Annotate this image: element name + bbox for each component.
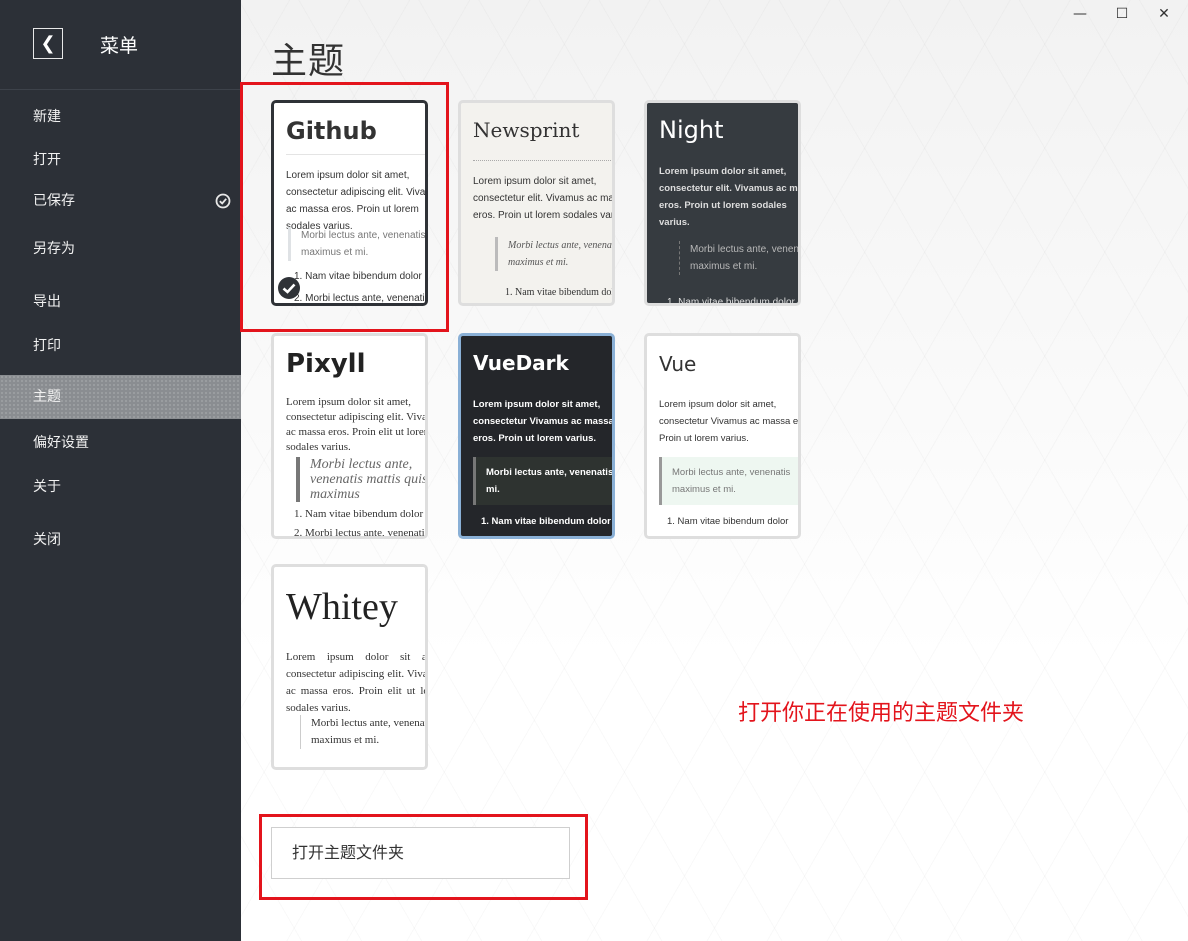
- annotation-text: 打开你正在使用的主题文件夹: [738, 701, 1025, 726]
- theme-card-pixyll[interactable]: Pixyll Lorem ipsum dolor sit amet, conse…: [271, 333, 428, 539]
- highlight-box-selected-theme: [240, 82, 449, 332]
- back-button[interactable]: ❮: [33, 28, 63, 59]
- close-window-button[interactable]: ✕: [1149, 4, 1179, 24]
- sidebar-header: ❮ 菜单: [0, 0, 241, 90]
- theme-card-whitey[interactable]: Whitey Lorem ipsum dolor sit amet, conse…: [271, 564, 428, 770]
- sidebar-item-label: 新建: [33, 109, 61, 125]
- theme-card-vuedark[interactable]: VueDark Lorem ipsum dolor sit amet, cons…: [458, 333, 615, 539]
- sidebar-item-theme[interactable]: 主题: [0, 375, 241, 419]
- theme-preview-list-item: 1. Nam vitae bibendum dolor: [505, 287, 615, 298]
- sidebar-item-new[interactable]: 新建: [0, 102, 241, 132]
- theme-preview-quote: Morbi lectus ante, venenatis maximus et …: [495, 237, 612, 271]
- theme-preview-list-item: 1. Nam vitae bibendum dolor: [481, 516, 611, 527]
- theme-preview-quote: Morbi lectus ante, venenatis maximus et …: [679, 241, 798, 275]
- sidebar-item-about[interactable]: 关于: [0, 472, 241, 502]
- sidebar-item-close[interactable]: 关闭: [0, 525, 241, 555]
- sidebar-item-save-as[interactable]: 另存为: [0, 234, 241, 264]
- theme-preview-quote: Morbi lectus ante, venenatis et mi.: [486, 467, 615, 495]
- theme-card-vue[interactable]: Vue Lorem ipsum dolor sit amet, consecte…: [644, 333, 801, 539]
- theme-preview-paragraph: Lorem ipsum dolor sit amet, consectetur …: [473, 399, 614, 444]
- sidebar-item-label: 主题: [33, 389, 61, 405]
- sidebar-item-label: 偏好设置: [33, 435, 89, 451]
- maximize-button[interactable]: ☐: [1107, 4, 1137, 24]
- sidebar-item-open[interactable]: 打开: [0, 145, 241, 175]
- sidebar-item-label: 关闭: [33, 532, 61, 548]
- sidebar: ❮ 菜单 新建 打开 已保存 另存为 导出 打印 主题 偏好设置 关于 关闭: [0, 0, 241, 941]
- theme-preview-list-item: 1. Nam vitae bibendum dolor: [667, 297, 795, 306]
- minimize-button[interactable]: —: [1065, 4, 1095, 24]
- theme-preview-quote: Morbi lectus ante, venenatis mattis quis…: [296, 457, 425, 502]
- theme-name: VueDark: [473, 351, 569, 375]
- sidebar-item-label: 打印: [33, 338, 61, 354]
- theme-name: Whitey: [286, 586, 398, 628]
- sidebar-item-print[interactable]: 打印: [0, 331, 241, 361]
- theme-preview-list-item: 1. Nam vitae bibendum dolor: [667, 516, 789, 527]
- theme-name: Newsprint: [473, 118, 580, 142]
- theme-preview-paragraph: Lorem ipsum dolor sit amet, consectetur …: [286, 396, 427, 453]
- theme-card-night[interactable]: Night Lorem ipsum dolor sit amet, consec…: [644, 100, 801, 306]
- theme-name: Night: [659, 116, 724, 144]
- sidebar-item-saved[interactable]: 已保存: [0, 186, 241, 216]
- theme-name: Vue: [659, 352, 697, 376]
- theme-preview-quote: Morbi lectus ante, venenatis maximus et …: [300, 715, 425, 749]
- sidebar-item-label: 另存为: [33, 241, 75, 257]
- theme-preview-paragraph: Lorem ipsum dolor sit amet, consectetur …: [659, 166, 798, 228]
- saved-check-icon: [215, 193, 231, 209]
- divider: [473, 160, 612, 161]
- sidebar-item-label: 导出: [33, 294, 61, 310]
- theme-preview-paragraph: Lorem ipsum dolor sit amet, consectetur …: [473, 176, 615, 221]
- sidebar-item-preferences[interactable]: 偏好设置: [0, 428, 241, 458]
- page-title: 主题: [271, 41, 346, 82]
- sidebar-title: 菜单: [100, 35, 139, 57]
- theme-card-newsprint[interactable]: Newsprint Lorem ipsum dolor sit amet, co…: [458, 100, 615, 306]
- theme-preview-list-item: 2. Morbi lectus ante, venenatis: [294, 527, 428, 539]
- sidebar-item-label: 打开: [33, 152, 61, 168]
- sidebar-item-label: 关于: [33, 479, 61, 495]
- theme-preview-paragraph: Lorem ipsum dolor sit amet, consectetur …: [659, 399, 801, 444]
- sidebar-item-label: 已保存: [33, 193, 75, 209]
- theme-preview-paragraph: Lorem ipsum dolor sit amet, consectetur …: [286, 651, 428, 714]
- theme-name: Pixyll: [286, 349, 366, 379]
- sidebar-item-export[interactable]: 导出: [0, 287, 241, 317]
- open-theme-folder-button[interactable]: 打开主题文件夹: [271, 827, 570, 879]
- theme-preview-list-item: 1. Nam vitae bibendum dolor: [294, 508, 424, 520]
- theme-preview-quote: Morbi lectus ante, venenatis maximus et …: [672, 467, 791, 495]
